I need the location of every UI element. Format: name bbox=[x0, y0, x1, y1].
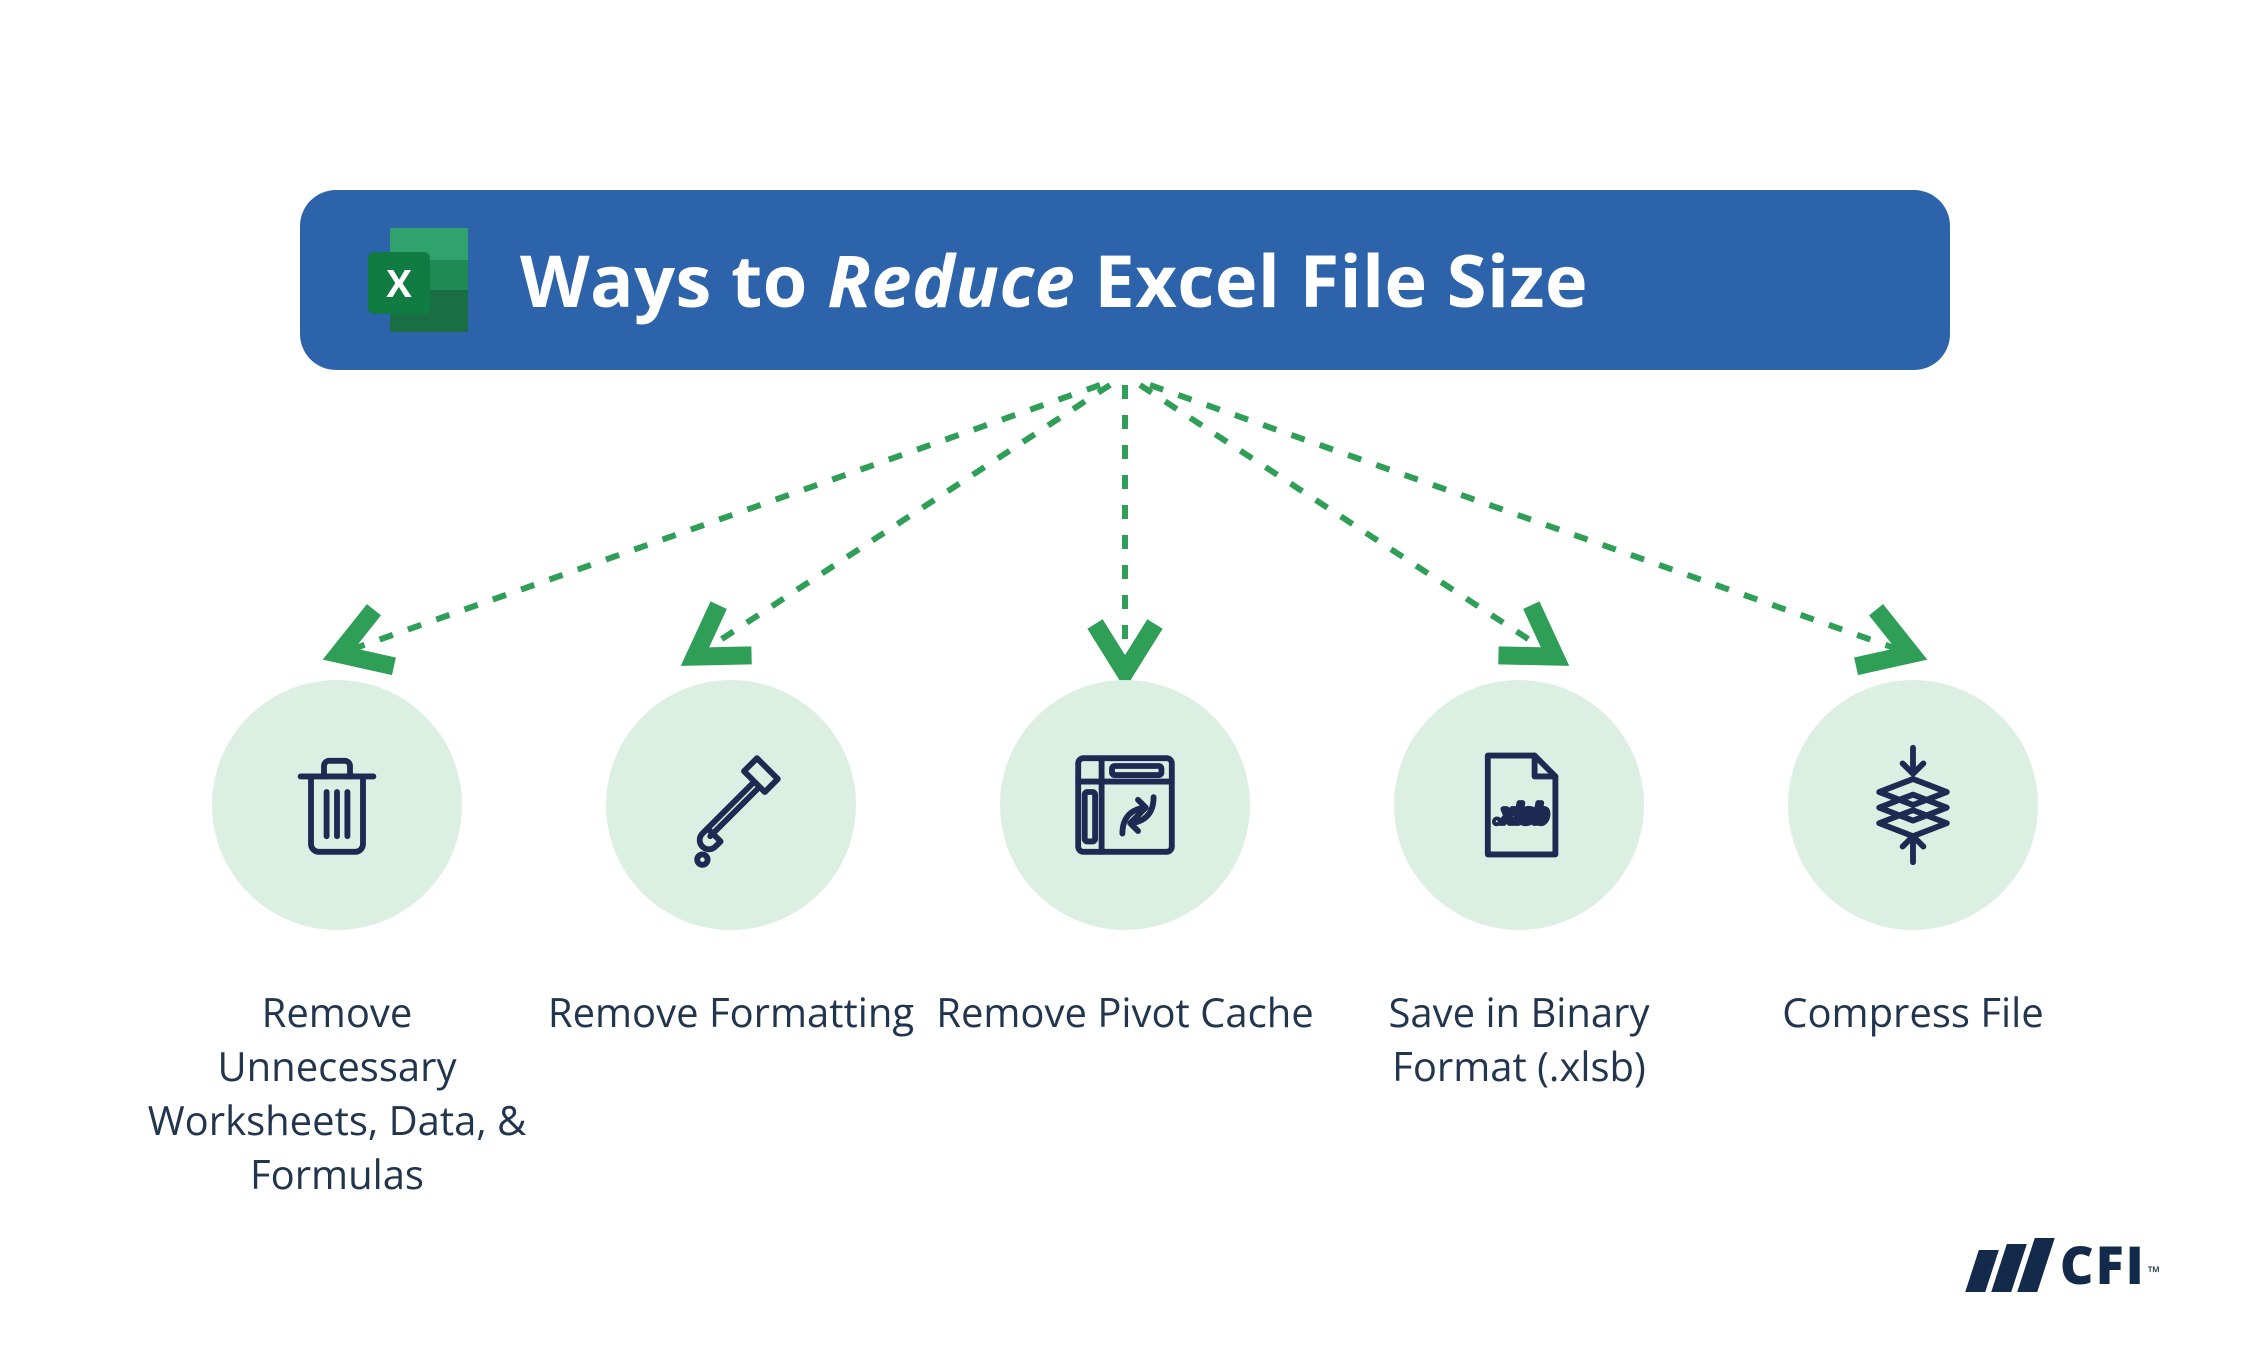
connector-1 bbox=[350, 385, 1100, 650]
pivot-table-icon bbox=[1060, 740, 1190, 870]
circle-bg bbox=[1000, 680, 1250, 930]
svg-text:.xlsb: .xlsb bbox=[1494, 795, 1548, 831]
method-remove-pivot-cache: Remove Pivot Cache bbox=[935, 680, 1315, 1201]
method-compress-file: Compress File bbox=[1723, 680, 2103, 1201]
cfi-bars-icon bbox=[1965, 1238, 2055, 1292]
excel-icon: X bbox=[360, 220, 480, 340]
compress-stack-icon bbox=[1848, 740, 1978, 870]
excel-icon-letter: X bbox=[368, 252, 430, 314]
method-remove-worksheets: Remove Unnecessary Worksheets, Data, & F… bbox=[147, 680, 527, 1201]
page-title: Ways to Reduce Excel File Size bbox=[520, 231, 1588, 329]
eyedropper-icon bbox=[666, 740, 796, 870]
circle-bg bbox=[606, 680, 856, 930]
cfi-logo-text: CFI™ bbox=[2060, 1229, 2160, 1300]
method-label: Remove Pivot Cache bbox=[936, 985, 1314, 1039]
method-label: Remove Unnecessary Worksheets, Data, & F… bbox=[147, 985, 527, 1201]
cfi-logo: CFI™ bbox=[1974, 1229, 2160, 1300]
circle-bg bbox=[1788, 680, 2038, 930]
method-label: Save in Binary Format (.xlsb) bbox=[1329, 985, 1709, 1093]
connector-5 bbox=[1150, 385, 1900, 650]
connector-2 bbox=[705, 385, 1110, 650]
title-emphasis: Reduce bbox=[827, 231, 1075, 329]
methods-row: Remove Unnecessary Worksheets, Data, & F… bbox=[0, 680, 2250, 1201]
circle-bg: .xlsb bbox=[1394, 680, 1644, 930]
method-save-xlsb: .xlsb Save in Binary Format (.xlsb) bbox=[1329, 680, 1709, 1201]
title-banner: X Ways to Reduce Excel File Size bbox=[300, 190, 1950, 370]
method-remove-formatting: Remove Formatting bbox=[541, 680, 921, 1201]
method-label: Remove Formatting bbox=[548, 985, 914, 1039]
method-label: Compress File bbox=[1782, 985, 2043, 1039]
title-suffix: Excel File Size bbox=[1075, 231, 1588, 329]
title-prefix: Ways to bbox=[520, 231, 827, 329]
file-xlsb-icon: .xlsb bbox=[1454, 740, 1584, 870]
trash-icon bbox=[272, 740, 402, 870]
connector-4 bbox=[1140, 385, 1545, 650]
circle-bg bbox=[212, 680, 462, 930]
brand-trademark: ™ bbox=[2148, 1261, 2160, 1283]
brand-name: CFI bbox=[2060, 1229, 2146, 1300]
